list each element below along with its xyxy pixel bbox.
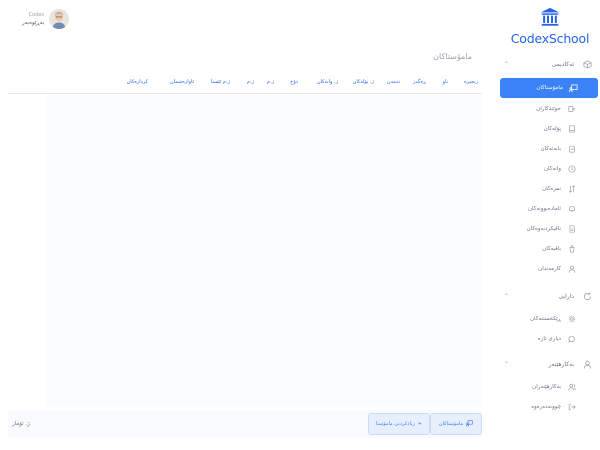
column-header[interactable]: تەمەن xyxy=(387,79,400,85)
user-info: Codex بەڕێوەبەر xyxy=(22,12,44,26)
column-header[interactable]: کردارەکان xyxy=(127,79,148,85)
sidebar-item-label: بەکارهێنەران xyxy=(532,384,561,390)
teacher-board-icon xyxy=(466,419,473,429)
brand-name: CodexSchool xyxy=(510,31,590,46)
sidebar-item-settings[interactable]: ڕێکخستنەکان xyxy=(502,310,594,328)
bell-icon xyxy=(567,205,576,214)
teachers-table-header: زنجیرە ناو ڕەگەز تەمەن ژ. پۆلەکان ژ. وان… xyxy=(8,70,482,94)
sidebar-item-label: بابەتەکان xyxy=(540,146,562,152)
building-columns-icon xyxy=(540,7,560,26)
sidebar-item-label: نمرەکان xyxy=(542,186,561,192)
chevron-up-icon: ⌃ xyxy=(504,360,510,368)
avatar[interactable] xyxy=(49,9,70,29)
chat-icon xyxy=(567,335,576,344)
sidebar: CodexSchool ئەکادیمی ⌃ مامۆستاکان خوێندک… xyxy=(496,0,600,450)
sidebar-item-grades[interactable]: نمرەکان xyxy=(502,180,594,198)
sidebar-item-exams[interactable]: تاقیکردنەوەکان xyxy=(502,220,594,238)
column-header[interactable]: ئاوازەشمان xyxy=(170,79,194,85)
teachers-button[interactable]: مامۆستاکان xyxy=(430,413,482,435)
clock-icon xyxy=(567,165,576,174)
sort-icon xyxy=(567,185,576,194)
sidebar-item-users[interactable]: بەکارهێنەران xyxy=(502,378,594,396)
sidebar-item-label: دیاری تازە xyxy=(537,336,561,342)
column-header[interactable]: ناو xyxy=(443,79,448,85)
column-header[interactable]: ژ. وانەکان xyxy=(317,79,338,85)
sidebar-item-label: باقیەکان xyxy=(542,246,561,252)
column-header[interactable]: زنجیرە xyxy=(464,79,478,85)
sidebar-item-attendance[interactable]: ئامادەبوونەکان xyxy=(502,200,594,218)
sidebar-item-logout[interactable]: چوونەدەرەوە xyxy=(502,398,594,416)
sidebar-item-teachers[interactable]: مامۆستاکان xyxy=(500,78,598,98)
sidebar-item-label: چوونەدەرەوە xyxy=(531,404,561,410)
sidebar-item-label: تاقیکردنەوەکان xyxy=(526,226,561,232)
record-count: ژ. ئۆمار xyxy=(12,421,30,427)
sidebar-item-new-gift[interactable]: دیاری تازە xyxy=(502,330,594,348)
column-header[interactable]: ژ.م ئێستا xyxy=(211,79,230,85)
chevron-up-icon: ⌃ xyxy=(504,292,510,300)
column-header[interactable]: ژ.م xyxy=(247,79,254,85)
user-icon xyxy=(582,359,592,369)
section-label: دارایی xyxy=(558,292,574,300)
sidebar-item-label: مامۆستاکان xyxy=(536,85,563,91)
teachers-table-body xyxy=(46,95,482,407)
student-icon xyxy=(567,105,576,114)
person-icon xyxy=(567,265,576,274)
teachers-button-label: مامۆستاکان xyxy=(438,421,464,427)
page-title: مامۆستاکان xyxy=(433,52,472,61)
sidebar-item-subjects[interactable]: بابەتەکان xyxy=(502,140,594,158)
teacher-board-icon xyxy=(569,83,578,93)
user-menu[interactable]: Codex بەڕێوەبەر xyxy=(22,6,70,32)
sidebar-section-users[interactable]: بەکارهێنەر ⌃ xyxy=(504,356,592,372)
add-teacher-button[interactable]: + زیادکردنی مامۆستا xyxy=(368,413,430,435)
book-icon xyxy=(567,125,576,134)
plus-icon: + xyxy=(417,421,422,427)
section-label: بەکارهێنەر xyxy=(548,360,574,368)
cube-icon xyxy=(582,59,592,69)
column-header[interactable]: ژ. پۆلەکان xyxy=(353,79,374,85)
logout-icon xyxy=(567,403,576,412)
sidebar-item-staff[interactable]: کارمەندان xyxy=(502,260,594,278)
sidebar-item-classes[interactable]: پۆلەکان xyxy=(502,120,594,138)
sidebar-item-label: ئامادەبوونەکان xyxy=(528,206,561,212)
add-teacher-label: زیادکردنی مامۆستا xyxy=(376,421,415,427)
bucket-icon xyxy=(567,245,576,254)
file-icon xyxy=(567,225,576,234)
sidebar-item-balances[interactable]: باقیەکان xyxy=(502,240,594,258)
user-name: بەڕێوەبەر xyxy=(22,20,45,26)
refresh-icon xyxy=(582,291,592,301)
gear-icon xyxy=(567,315,576,324)
sidebar-item-label: ڕێکخستنەکان xyxy=(530,316,561,322)
sidebar-item-lessons[interactable]: وانەکان xyxy=(502,160,594,178)
sidebar-item-label: پۆلەکان xyxy=(543,126,561,132)
column-header[interactable]: ژ.م xyxy=(267,79,274,85)
sidebar-item-label: وانەکان xyxy=(544,166,561,172)
user-role: Codex xyxy=(28,12,45,18)
sidebar-item-label: خوێندکاران xyxy=(536,106,561,112)
brand[interactable]: CodexSchool xyxy=(500,6,600,46)
avatar-icon xyxy=(49,9,70,29)
chevron-up-icon: ⌃ xyxy=(504,60,510,68)
users-icon xyxy=(567,383,576,392)
table-footer: ژ. ئۆمار + زیادکردنی مامۆستا مامۆستاکان xyxy=(8,410,482,438)
sidebar-item-students[interactable]: خوێندکاران xyxy=(502,100,594,118)
sidebar-section-finance[interactable]: دارایی ⌃ xyxy=(504,288,592,304)
sidebar-section-academic[interactable]: ئەکادیمی ⌃ xyxy=(504,56,592,72)
column-header[interactable]: دۆخ xyxy=(290,79,298,85)
clipboard-icon xyxy=(567,145,576,154)
section-label: ئەکادیمی xyxy=(551,60,574,68)
sidebar-item-label: کارمەندان xyxy=(538,266,561,272)
column-header[interactable]: ڕەگەز xyxy=(413,79,426,85)
